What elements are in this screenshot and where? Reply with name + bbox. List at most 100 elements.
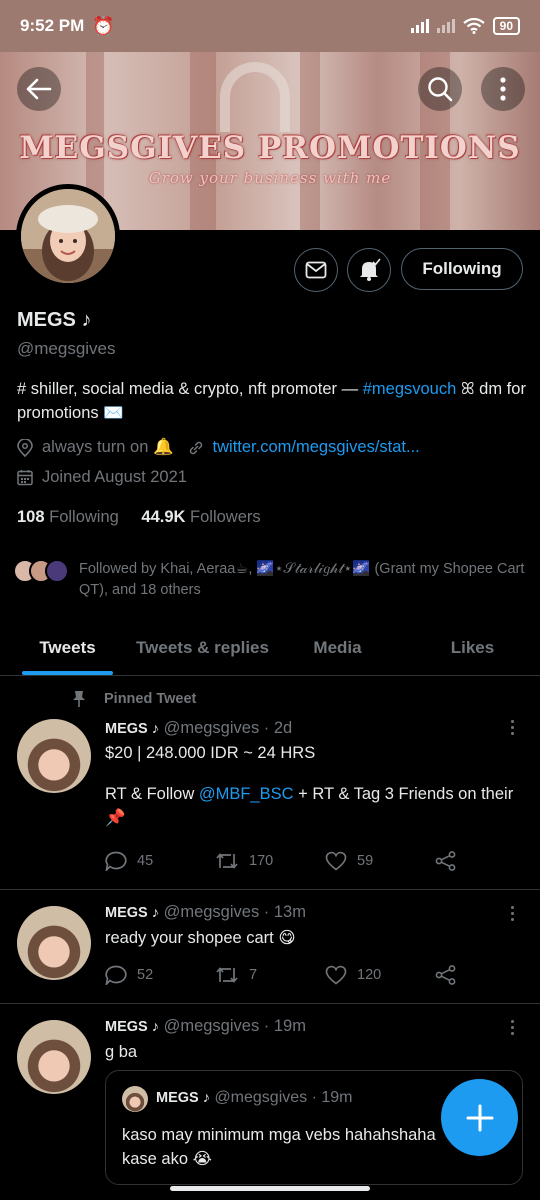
compose-tweet-button[interactable] <box>441 1079 518 1156</box>
tweet-header: MEGS ♪ @megsgives · 19m <box>105 1017 306 1036</box>
search-icon <box>428 77 453 102</box>
bio-text-1: # shiller, social media & crypto, nft pr… <box>17 380 363 398</box>
bio-hashtag-link[interactable]: #megsvouch <box>363 380 457 398</box>
tweet-author-name: MEGS ♪ <box>105 721 159 737</box>
banner-title: MEGSGIVES PROMOTIONS <box>19 130 521 166</box>
more-options-button[interactable] <box>481 67 525 111</box>
share-icon <box>435 851 456 871</box>
profile-handle: @megsgives <box>17 339 116 358</box>
reply-button[interactable]: 52 <box>105 965 215 985</box>
following-count: 108 <box>17 508 45 526</box>
banner-subtitle: Grow your business with me <box>148 169 392 187</box>
profile-bio: # shiller, social media & crypto, nft pr… <box>17 377 527 425</box>
tweet-text: ready your shopee cart 😋 <box>105 929 296 947</box>
like-count: 120 <box>357 967 382 983</box>
tab-likes[interactable]: Likes <box>405 620 540 675</box>
tweet-author-name: MEGS ♪ <box>105 1019 159 1035</box>
share-button[interactable] <box>435 851 457 871</box>
tweet-card[interactable]: MEGS ♪ @megsgives · 13m ready your shope… <box>0 890 540 1004</box>
tweet-text: $20 | 248.000 IDR ~ 24 HRS RT & Follow @… <box>105 741 525 830</box>
status-bar: 9:52 PM ⏰ 90 <box>0 0 540 52</box>
retweet-count: 170 <box>249 853 274 869</box>
notifications-button[interactable] <box>347 248 391 292</box>
followers-count-label: Followers <box>190 508 261 526</box>
reply-icon <box>105 965 127 985</box>
tweet-avatar[interactable] <box>17 906 91 980</box>
tweet-actions: 45 170 59 <box>105 851 465 871</box>
follower-avatar <box>45 559 69 583</box>
heart-icon <box>325 965 347 985</box>
retweet-button[interactable]: 170 <box>215 851 325 871</box>
signal-icon <box>410 19 429 33</box>
quote-author-handle: @megsgives <box>214 1089 308 1106</box>
tweet-line-1: $20 | 248.000 IDR ~ 24 HRS <box>105 744 316 762</box>
tweet-author-handle: @megsgives <box>163 1017 260 1035</box>
battery-indicator: 90 <box>492 17 520 35</box>
profile-avatar[interactable] <box>16 184 120 288</box>
tweet-more-button[interactable] <box>504 720 520 735</box>
message-button[interactable] <box>294 248 338 292</box>
reply-icon <box>105 851 127 871</box>
profile-counts: 108 Following 44.9K Followers <box>17 508 261 527</box>
share-icon <box>435 965 456 985</box>
tab-tweets[interactable]: Tweets <box>0 620 135 675</box>
more-vertical-icon <box>500 77 506 101</box>
profile-joined-row: Joined August 2021 <box>17 468 187 487</box>
tweet-more-button[interactable] <box>504 1020 520 1035</box>
reply-button[interactable]: 45 <box>105 851 215 871</box>
profile-website-link[interactable]: twitter.com/megsgives/stat... <box>213 438 420 457</box>
link-icon <box>189 441 202 454</box>
tweet-header: MEGS ♪ @megsgives · 13m <box>105 903 306 922</box>
profile-name: MEGS ♪ <box>17 309 92 331</box>
mention-link[interactable]: @MBF_BSC <box>199 785 294 803</box>
tweet-avatar[interactable] <box>17 1020 91 1094</box>
tweet-avatar[interactable] <box>17 719 91 793</box>
retweet-button[interactable]: 7 <box>215 965 325 985</box>
search-button[interactable] <box>418 67 462 111</box>
tweet-more-button[interactable] <box>504 906 520 921</box>
like-button[interactable]: 120 <box>325 965 435 985</box>
share-button[interactable] <box>435 965 457 985</box>
tweet-time: · 2d <box>263 719 293 737</box>
tweet-author-handle: @megsgives <box>163 903 260 921</box>
calendar-icon <box>17 470 33 486</box>
quote-time: · 19m <box>311 1089 353 1106</box>
tweet-time: · 19m <box>263 1017 306 1035</box>
reply-count: 45 <box>137 853 154 869</box>
followed-by-avatars <box>13 559 69 601</box>
following-count-link[interactable]: 108 Following <box>17 508 119 526</box>
mail-icon <box>305 261 327 279</box>
profile-tabs: Tweets Tweets & replies Media Likes <box>0 620 540 676</box>
tweet-card[interactable]: MEGS ♪ @megsgives · 2d $20 | 248.000 IDR… <box>0 677 540 890</box>
bell-check-icon <box>360 258 381 281</box>
signal-2-icon <box>436 19 455 33</box>
followers-count-link[interactable]: 44.9K Followers <box>141 508 260 526</box>
reply-count: 52 <box>137 967 154 983</box>
followers-count: 44.9K <box>141 508 186 526</box>
followed-by[interactable]: Followed by Khai, Aeraa☕, 🌌⋆𝒮𝓉𝒶𝓇𝓁𝒾𝑔𝒽𝓉⋆🌌 … <box>13 559 528 601</box>
tweet-actions: 52 7 120 <box>105 965 465 985</box>
following-button[interactable]: Following <box>401 248 523 290</box>
avatar-photo <box>21 189 115 283</box>
location-icon <box>17 438 33 457</box>
tweet-text: g ba <box>105 1043 138 1061</box>
tweet-author-name: MEGS ♪ <box>105 905 159 921</box>
back-arrow-icon <box>26 78 52 100</box>
like-button[interactable]: 59 <box>325 851 435 871</box>
tweet-author-handle: @megsgives <box>163 719 260 737</box>
quote-header: MEGS ♪ @megsgives · 19m <box>156 1089 353 1107</box>
quote-avatar <box>122 1086 148 1112</box>
retweet-icon <box>216 967 238 983</box>
tweet-line-2: RT & Follow @MBF_BSC + RT & Tag 3 Friend… <box>105 785 514 827</box>
wifi-icon <box>462 18 485 34</box>
quote-author-name: MEGS ♪ <box>156 1090 210 1106</box>
home-indicator <box>170 1186 370 1191</box>
heart-icon <box>325 851 347 871</box>
back-button[interactable] <box>17 67 61 111</box>
tab-tweets-replies[interactable]: Tweets & replies <box>135 620 270 675</box>
tweet-time: · 13m <box>263 903 306 921</box>
tab-media[interactable]: Media <box>270 620 405 675</box>
retweet-icon <box>216 853 238 869</box>
tweet-header: MEGS ♪ @megsgives · 2d <box>105 719 292 738</box>
profile-meta-row: always turn on 🔔 twitter.com/megsgives/s… <box>17 438 420 457</box>
